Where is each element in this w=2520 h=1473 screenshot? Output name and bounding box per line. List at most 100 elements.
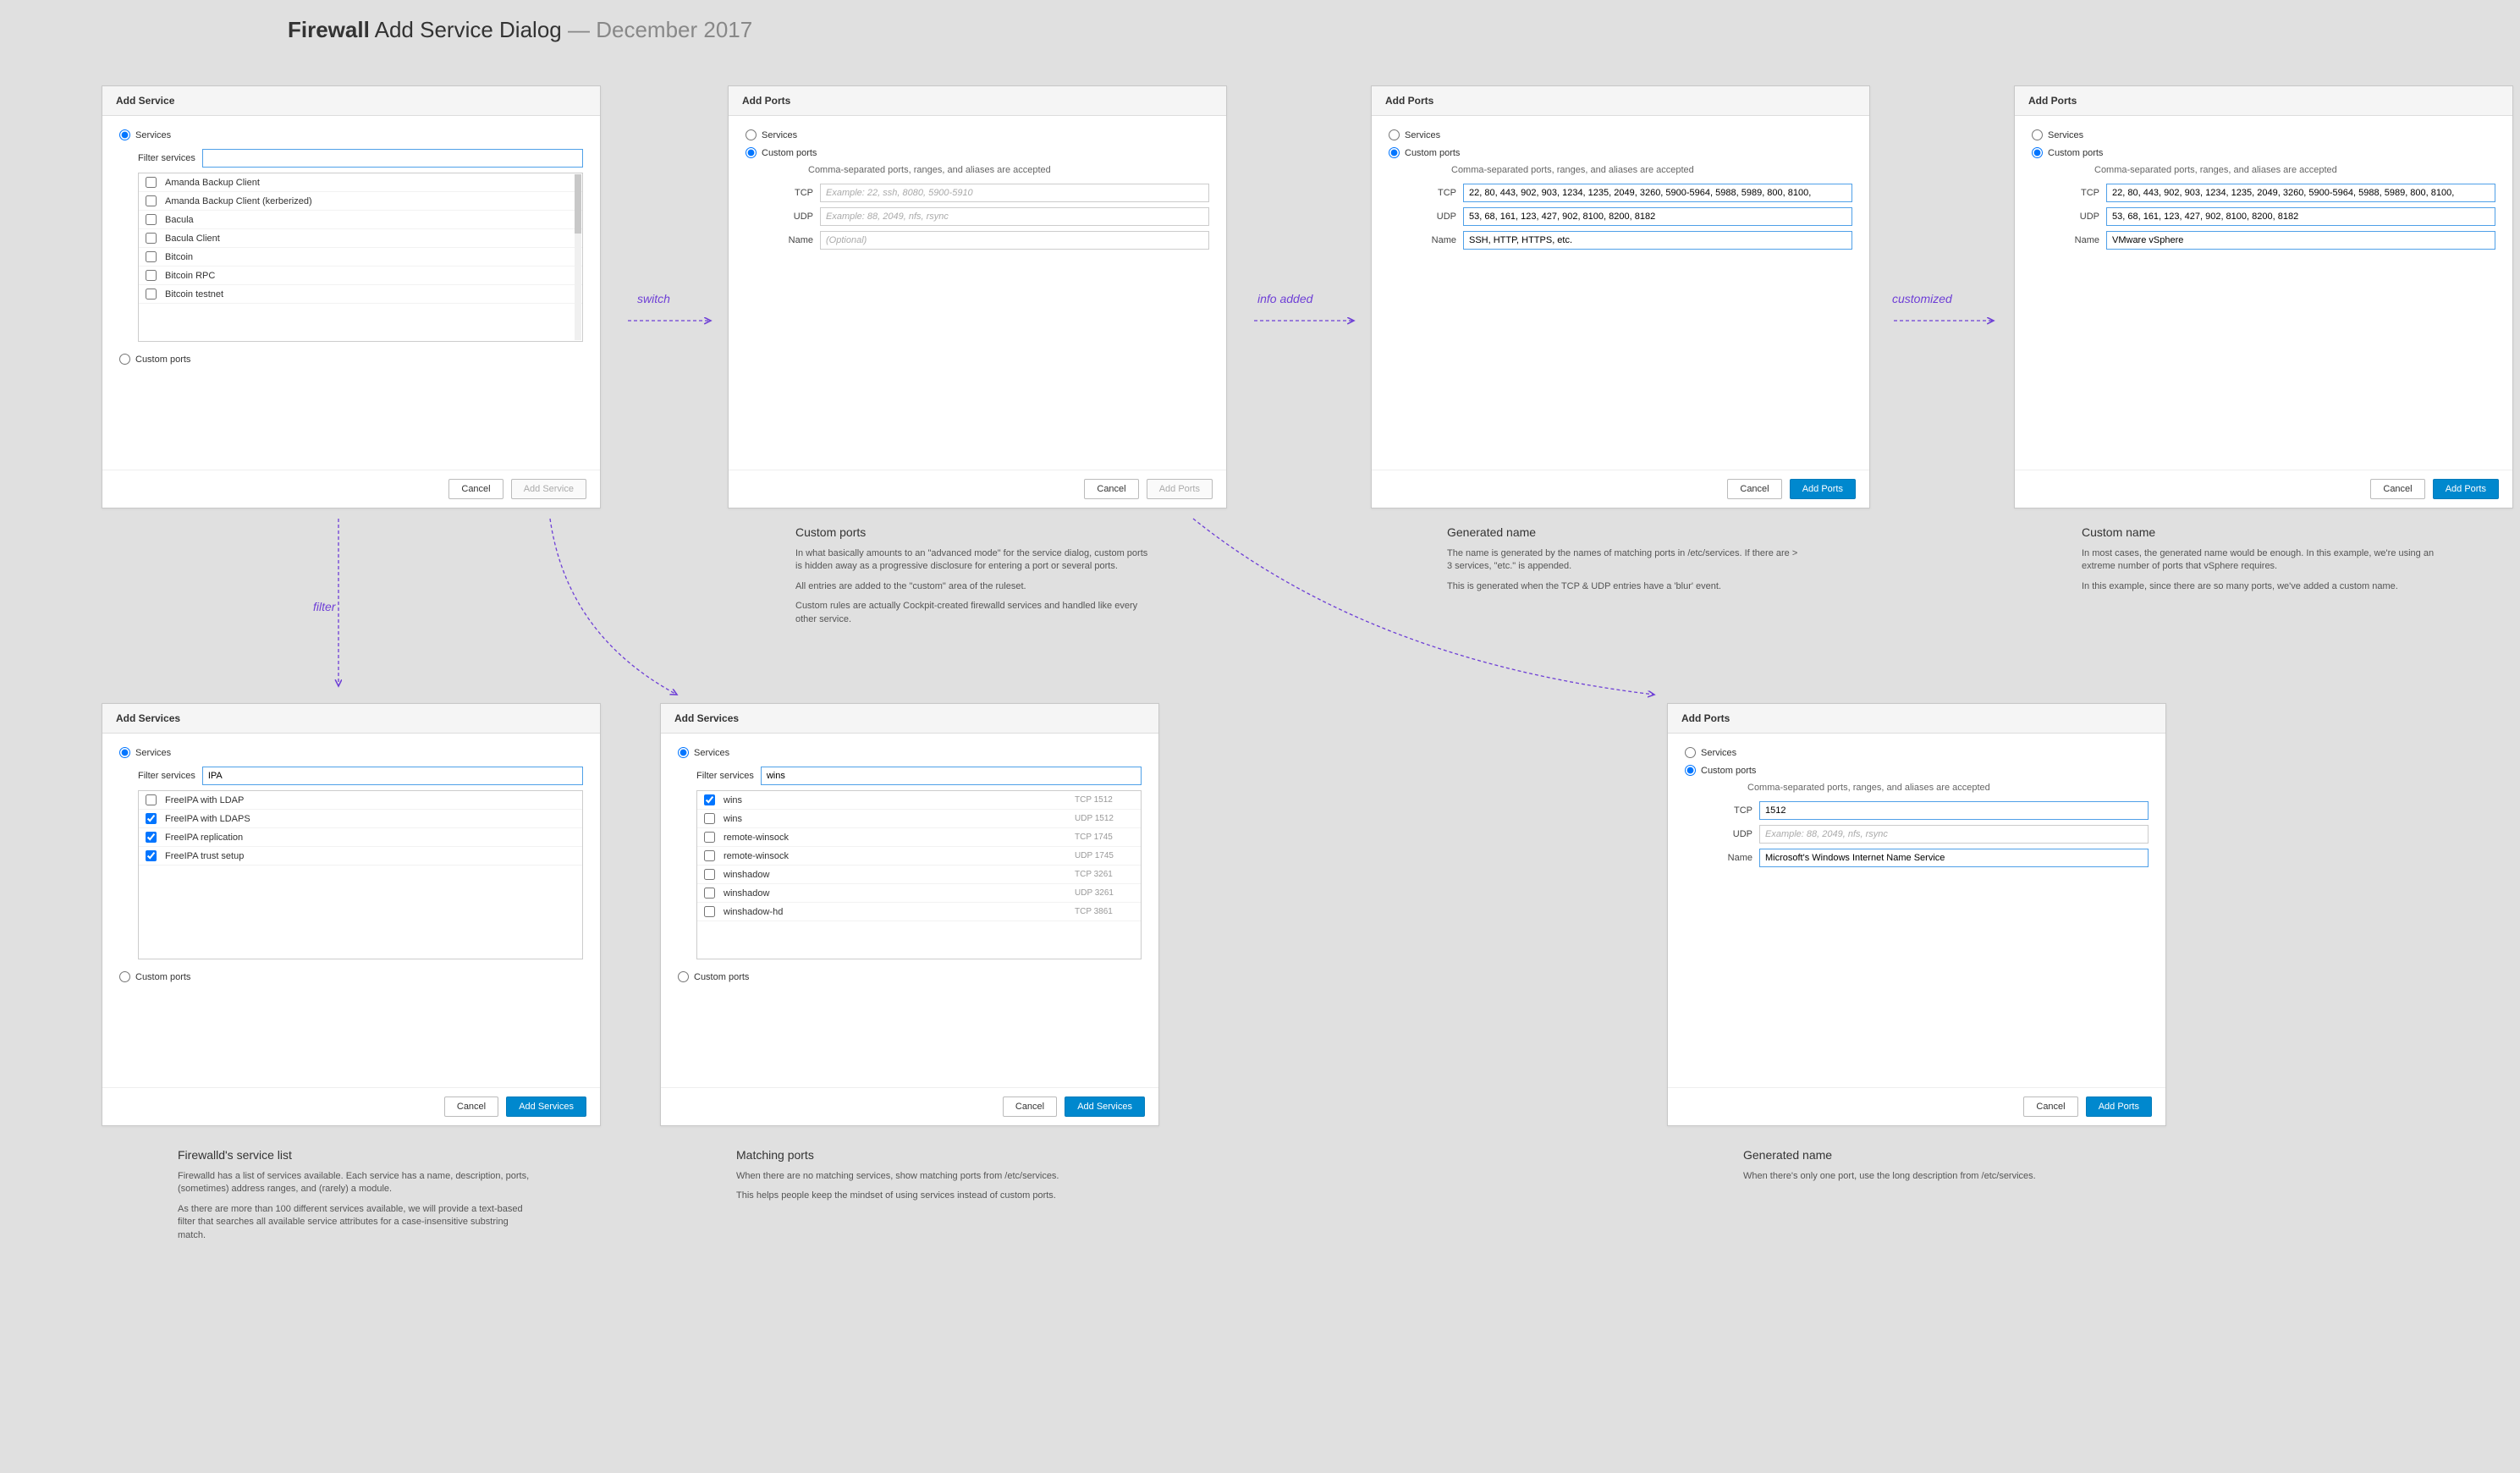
service-item[interactable]: FreeIPA trust setup xyxy=(139,847,582,866)
service-item[interactable]: winshadow-hdTCP 3861 xyxy=(697,903,1141,921)
cancel-button[interactable]: Cancel xyxy=(1084,479,1138,499)
radio-custom-ports-label[interactable]: Custom ports xyxy=(135,355,190,365)
radio-services-label[interactable]: Services xyxy=(762,130,797,140)
service-checkbox[interactable] xyxy=(704,906,715,917)
name-input[interactable] xyxy=(2106,231,2495,250)
service-item[interactable]: Amanda Backup Client (kerberized) xyxy=(139,192,582,211)
service-item[interactable]: Bacula Client xyxy=(139,229,582,248)
filter-input[interactable] xyxy=(761,767,1142,785)
radio-services[interactable] xyxy=(2032,129,2043,140)
service-item[interactable]: winshadowTCP 3261 xyxy=(697,866,1141,884)
service-checkbox[interactable] xyxy=(704,850,715,861)
name-label: Name xyxy=(779,235,813,245)
service-item[interactable]: winsTCP 1512 xyxy=(697,791,1141,810)
radio-services-label[interactable]: Services xyxy=(694,748,729,758)
service-checkbox[interactable] xyxy=(704,794,715,805)
radio-custom-ports[interactable] xyxy=(1389,147,1400,158)
cancel-button[interactable]: Cancel xyxy=(2370,479,2424,499)
tcp-input[interactable] xyxy=(820,184,1209,202)
udp-label: UDP xyxy=(779,212,813,222)
service-checkbox[interactable] xyxy=(146,813,157,824)
service-checkbox[interactable] xyxy=(146,177,157,188)
service-checkbox[interactable] xyxy=(146,233,157,244)
service-checkbox[interactable] xyxy=(146,195,157,206)
service-item[interactable]: remote-winsockTCP 1745 xyxy=(697,828,1141,847)
service-item[interactable]: winshadowUDP 3261 xyxy=(697,884,1141,903)
service-checkbox[interactable] xyxy=(146,832,157,843)
service-item[interactable]: Bitcoin RPC xyxy=(139,267,582,285)
service-list[interactable]: winsTCP 1512winsUDP 1512remote-winsockTC… xyxy=(696,790,1142,959)
service-item[interactable]: Bitcoin testnet xyxy=(139,285,582,304)
service-checkbox[interactable] xyxy=(146,850,157,861)
caption-generated-name-2: Generated nameWhen there's only one port… xyxy=(1743,1148,2099,1190)
radio-custom-ports-label[interactable]: Custom ports xyxy=(762,148,817,158)
service-item[interactable]: Amanda Backup Client xyxy=(139,173,582,192)
add-services-button[interactable]: Add Services xyxy=(506,1097,586,1117)
add-service-button[interactable]: Add Service xyxy=(511,479,586,499)
service-list[interactable]: Amanda Backup ClientAmanda Backup Client… xyxy=(138,173,583,342)
radio-services-label[interactable]: Services xyxy=(135,130,171,140)
cancel-button[interactable]: Cancel xyxy=(2023,1097,2077,1117)
radio-services[interactable] xyxy=(119,129,130,140)
radio-services-label[interactable]: Services xyxy=(2048,130,2083,140)
service-checkbox[interactable] xyxy=(146,794,157,805)
add-ports-button[interactable]: Add Ports xyxy=(2086,1097,2152,1117)
service-item[interactable]: FreeIPA with LDAPS xyxy=(139,810,582,828)
service-list[interactable]: FreeIPA with LDAPFreeIPA with LDAPSFreeI… xyxy=(138,790,583,959)
service-checkbox[interactable] xyxy=(704,888,715,899)
radio-custom-ports-label[interactable]: Custom ports xyxy=(135,972,190,982)
radio-custom-ports[interactable] xyxy=(746,147,757,158)
radio-custom-ports-label[interactable]: Custom ports xyxy=(694,972,749,982)
service-checkbox[interactable] xyxy=(704,869,715,880)
service-checkbox[interactable] xyxy=(704,813,715,824)
service-checkbox[interactable] xyxy=(146,214,157,225)
radio-services-label[interactable]: Services xyxy=(1701,748,1736,758)
cancel-button[interactable]: Cancel xyxy=(444,1097,498,1117)
filter-input[interactable] xyxy=(202,149,583,168)
radio-services[interactable] xyxy=(119,747,130,758)
service-item[interactable]: FreeIPA with LDAP xyxy=(139,791,582,810)
service-item[interactable]: Bitcoin xyxy=(139,248,582,267)
tcp-input[interactable] xyxy=(1463,184,1852,202)
radio-services[interactable] xyxy=(746,129,757,140)
service-checkbox[interactable] xyxy=(146,289,157,300)
add-services-button[interactable]: Add Services xyxy=(1065,1097,1145,1117)
radio-services[interactable] xyxy=(1685,747,1696,758)
tcp-input[interactable] xyxy=(2106,184,2495,202)
filter-input[interactable] xyxy=(202,767,583,785)
radio-custom-ports[interactable] xyxy=(678,971,689,982)
udp-input[interactable] xyxy=(820,207,1209,226)
service-item[interactable]: winsUDP 1512 xyxy=(697,810,1141,828)
radio-services[interactable] xyxy=(1389,129,1400,140)
radio-custom-ports-label[interactable]: Custom ports xyxy=(1405,148,1460,158)
radio-custom-ports[interactable] xyxy=(1685,765,1696,776)
udp-input[interactable] xyxy=(1463,207,1852,226)
service-checkbox[interactable] xyxy=(146,251,157,262)
service-checkbox[interactable] xyxy=(146,270,157,281)
annotation-customized: customized xyxy=(1892,292,1952,305)
radio-custom-ports[interactable] xyxy=(2032,147,2043,158)
cancel-button[interactable]: Cancel xyxy=(1727,479,1781,499)
tcp-input[interactable] xyxy=(1759,801,2149,820)
name-input[interactable] xyxy=(1463,231,1852,250)
udp-input[interactable] xyxy=(2106,207,2495,226)
radio-services[interactable] xyxy=(678,747,689,758)
service-item[interactable]: FreeIPA replication xyxy=(139,828,582,847)
service-checkbox[interactable] xyxy=(704,832,715,843)
udp-input[interactable] xyxy=(1759,825,2149,844)
radio-services-label[interactable]: Services xyxy=(135,748,171,758)
name-input[interactable] xyxy=(1759,849,2149,867)
add-ports-button[interactable]: Add Ports xyxy=(2433,479,2499,499)
radio-custom-ports-label[interactable]: Custom ports xyxy=(2048,148,2103,158)
radio-custom-ports-label[interactable]: Custom ports xyxy=(1701,766,1756,776)
add-ports-button[interactable]: Add Ports xyxy=(1790,479,1856,499)
cancel-button[interactable]: Cancel xyxy=(1003,1097,1057,1117)
service-item[interactable]: Bacula xyxy=(139,211,582,229)
radio-services-label[interactable]: Services xyxy=(1405,130,1440,140)
add-ports-button[interactable]: Add Ports xyxy=(1147,479,1213,499)
cancel-button[interactable]: Cancel xyxy=(448,479,503,499)
radio-custom-ports[interactable] xyxy=(119,354,130,365)
name-input[interactable] xyxy=(820,231,1209,250)
radio-custom-ports[interactable] xyxy=(119,971,130,982)
service-item[interactable]: remote-winsockUDP 1745 xyxy=(697,847,1141,866)
